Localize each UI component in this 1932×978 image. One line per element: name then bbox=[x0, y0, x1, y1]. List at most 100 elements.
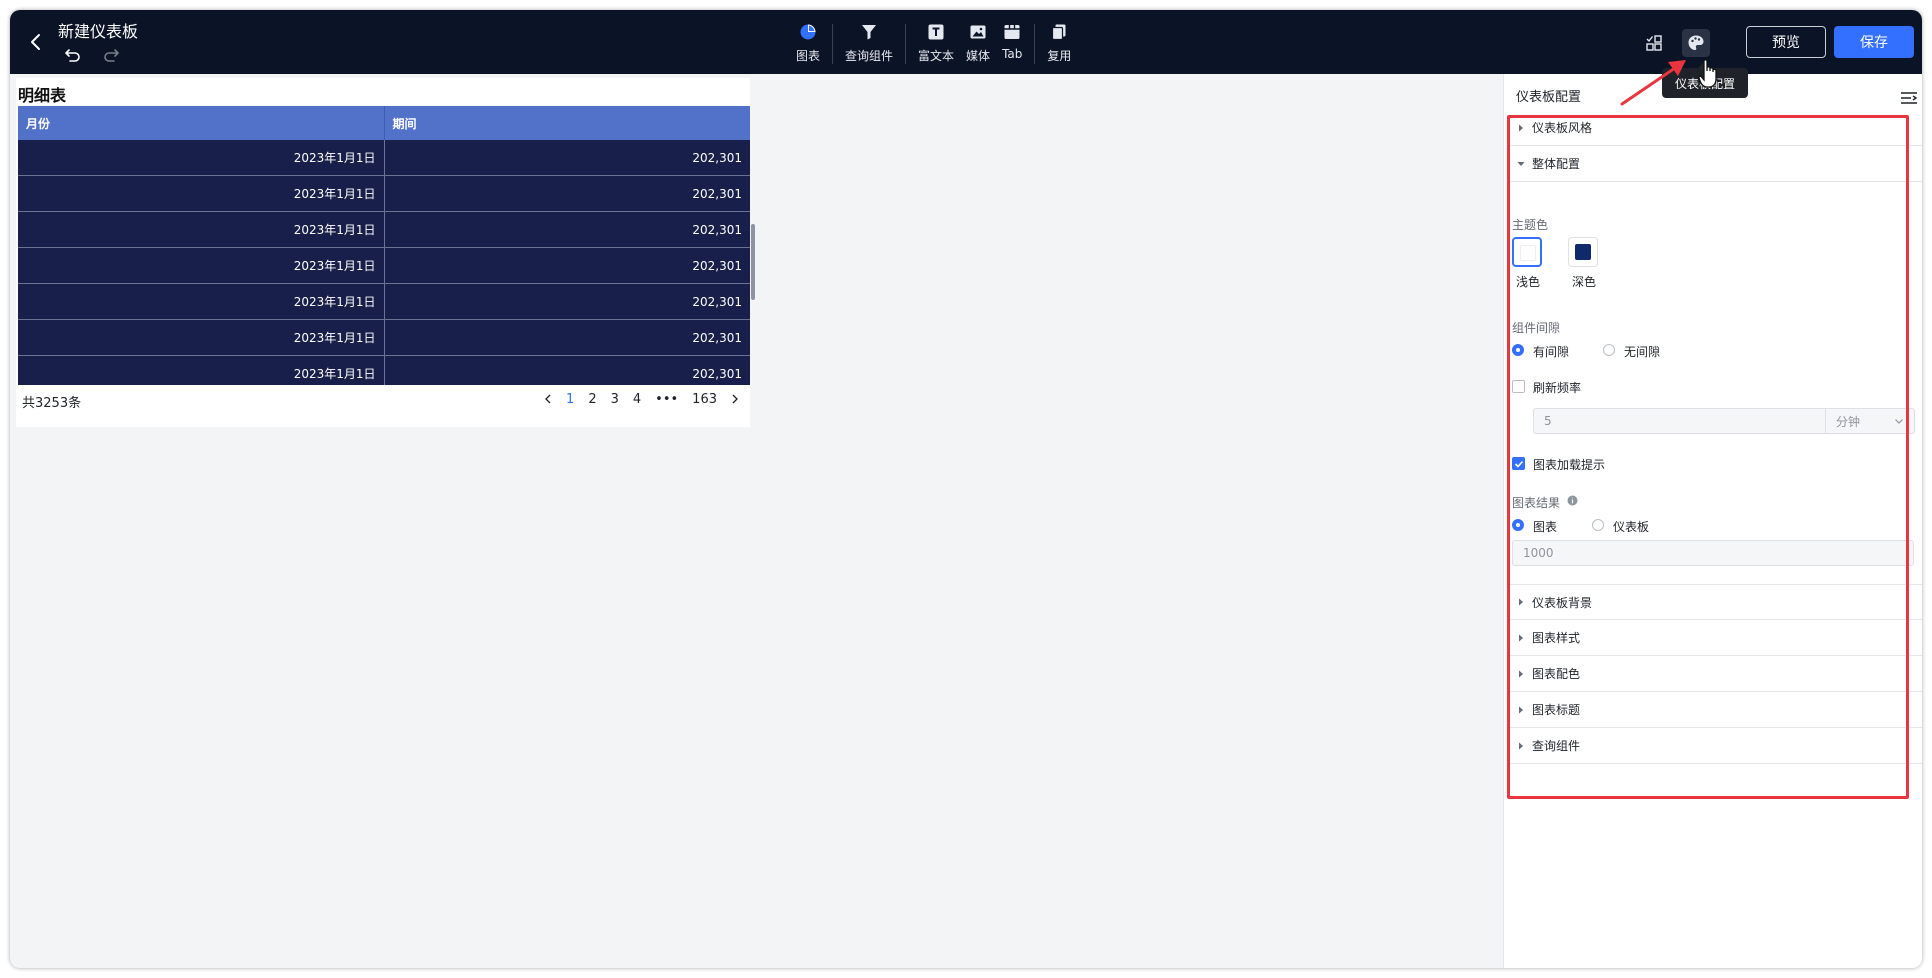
pie-chart-icon bbox=[800, 24, 816, 40]
refresh-label: 刷新频率 bbox=[1533, 381, 1582, 395]
section-chart-title[interactable]: 图表标题 bbox=[1510, 692, 1922, 728]
radio-with-gap[interactable] bbox=[1512, 344, 1524, 356]
undo-icon[interactable] bbox=[64, 46, 82, 64]
tool-chart[interactable]: 图表 bbox=[790, 20, 826, 66]
prev-page-icon[interactable] bbox=[541, 392, 555, 406]
cell-month: 2023年1月1日 bbox=[18, 176, 385, 211]
cell-month: 2023年1月1日 bbox=[18, 284, 385, 319]
tool-tab[interactable]: Tab bbox=[996, 20, 1028, 66]
filter-icon bbox=[862, 25, 877, 40]
section-label: 图表配色 bbox=[1532, 667, 1581, 681]
tool-richtext[interactable]: 富文本 bbox=[912, 20, 960, 66]
section-label: 仪表板背景 bbox=[1532, 595, 1593, 610]
caret-right-icon bbox=[1519, 124, 1523, 131]
loading-hint-label: 图表加载提示 bbox=[1533, 458, 1606, 472]
section-chart-color[interactable]: 图表配色 bbox=[1510, 656, 1922, 692]
theme-light-swatch[interactable] bbox=[1512, 237, 1542, 267]
section-dashboard-background[interactable]: 仪表板背景 bbox=[1510, 584, 1922, 620]
section-overall-config[interactable]: 整体配置 bbox=[1510, 146, 1922, 182]
tab-icon bbox=[1004, 25, 1020, 39]
table-scrollbar[interactable] bbox=[751, 224, 755, 300]
next-page-icon[interactable] bbox=[728, 392, 742, 406]
column-header-period[interactable]: 期间 bbox=[385, 106, 751, 140]
page-number[interactable]: 3 bbox=[604, 392, 626, 407]
info-icon[interactable] bbox=[1567, 495, 1578, 506]
result-limit-value: 1000 bbox=[1523, 546, 1554, 560]
table-header: 月份 期间 bbox=[18, 106, 750, 140]
cell-period: 202,301 bbox=[692, 366, 742, 381]
page-ellipsis[interactable]: ••• bbox=[648, 392, 685, 407]
cell-month: 2023年1月1日 bbox=[18, 320, 385, 355]
column-header-month[interactable]: 月份 bbox=[18, 106, 385, 140]
cell-period: 202,301 bbox=[692, 258, 742, 273]
spacing-label: 组件间隙 bbox=[1512, 321, 1561, 335]
result-limit-input[interactable]: 1000 bbox=[1512, 540, 1914, 566]
dashboard-title[interactable]: 新建仪表板 bbox=[58, 18, 138, 42]
caret-right-icon bbox=[1519, 742, 1523, 749]
theme-dark-swatch[interactable] bbox=[1568, 237, 1598, 267]
cell-period: 202,301 bbox=[692, 222, 742, 237]
back-arrow-icon[interactable] bbox=[24, 30, 48, 54]
panel-title: 仪表板配置 bbox=[1516, 90, 1582, 105]
table-row[interactable]: 2023年1月1日 202,301 bbox=[18, 140, 750, 176]
section-label: 图表标题 bbox=[1532, 703, 1581, 717]
tool-query[interactable]: 查询组件 bbox=[839, 20, 899, 66]
page-number[interactable]: 2 bbox=[581, 392, 603, 407]
section-label: 查询组件 bbox=[1532, 739, 1581, 753]
light-color-chip bbox=[1520, 245, 1536, 261]
table-row[interactable]: 2023年1月1日 202,301 bbox=[18, 320, 750, 356]
caret-right-icon bbox=[1519, 634, 1523, 641]
refresh-unit-select[interactable]: 分钟 bbox=[1825, 408, 1915, 434]
table-row[interactable]: 2023年1月1日 202,301 bbox=[18, 248, 750, 284]
cell-period: 202,301 bbox=[692, 186, 742, 201]
table-row[interactable]: 2023年1月1日 202,301 bbox=[18, 176, 750, 212]
page-number[interactable]: 1 bbox=[559, 392, 581, 407]
section-query-component[interactable]: 查询组件 bbox=[1510, 728, 1922, 764]
caret-right-icon bbox=[1519, 706, 1523, 713]
cell-period: 202,301 bbox=[692, 330, 742, 345]
caret-right-icon bbox=[1519, 598, 1523, 606]
radio-result-dashboard[interactable] bbox=[1592, 519, 1604, 531]
copy-icon bbox=[1052, 24, 1066, 41]
cell-period: 202,301 bbox=[692, 294, 742, 309]
layout-grid-icon bbox=[1646, 35, 1662, 51]
caret-right-icon bbox=[1519, 670, 1523, 677]
result-dashboard-label: 仪表板 bbox=[1613, 520, 1650, 534]
widget-title: 明细表 bbox=[18, 86, 67, 105]
image-icon bbox=[970, 25, 986, 39]
refresh-checkbox[interactable] bbox=[1512, 380, 1525, 393]
table-row[interactable]: 2023年1月1日 202,301 bbox=[18, 284, 750, 320]
theme-dark-label: 深色 bbox=[1572, 275, 1597, 289]
table-row[interactable]: 2023年1月1日 202,301 bbox=[18, 356, 750, 385]
table-row[interactable]: 2023年1月1日 202,301 bbox=[18, 212, 750, 248]
radio-result-chart[interactable] bbox=[1512, 519, 1524, 531]
dashboard-config-button[interactable] bbox=[1682, 29, 1710, 57]
page-number[interactable]: 4 bbox=[626, 392, 648, 407]
redo-icon[interactable] bbox=[102, 46, 120, 64]
save-button[interactable]: 保存 bbox=[1834, 26, 1914, 58]
page-number[interactable]: 163 bbox=[685, 392, 724, 407]
toolbar-divider bbox=[832, 24, 834, 64]
cell-month: 2023年1月1日 bbox=[18, 212, 385, 247]
section-chart-style[interactable]: 图表样式 bbox=[1510, 620, 1922, 656]
toolbar-divider bbox=[1034, 24, 1036, 64]
chevron-down-icon bbox=[1895, 419, 1903, 424]
detail-table-widget[interactable]: 明细表 月份 期间 2023年1月1日 202,301 2023年1月1日 202,3… bbox=[16, 78, 755, 427]
layout-grid-button[interactable] bbox=[1640, 29, 1668, 57]
cell-month: 2023年1月1日 bbox=[18, 140, 385, 175]
tool-reuse[interactable]: 复用 bbox=[1041, 20, 1077, 66]
app-window: 新建仪表板 图表 查询组件 富文本 媒体 Tab 复用 预览 保存 明细表 月份… bbox=[10, 10, 1922, 968]
result-chart-label: 图表 bbox=[1533, 520, 1558, 534]
collapse-panel-icon[interactable] bbox=[1900, 90, 1918, 106]
no-gap-label: 无间隙 bbox=[1624, 345, 1661, 359]
preview-button[interactable]: 预览 bbox=[1746, 26, 1826, 58]
tool-media[interactable]: 媒体 bbox=[960, 20, 996, 66]
tool-chart-label: 图表 bbox=[796, 49, 821, 63]
section-dashboard-style[interactable]: 仪表板风格 bbox=[1510, 110, 1922, 146]
radio-no-gap[interactable] bbox=[1603, 344, 1615, 356]
theme-color-label: 主题色 bbox=[1512, 218, 1549, 232]
theme-light-label: 浅色 bbox=[1516, 275, 1541, 289]
cell-period: 202,301 bbox=[692, 150, 742, 165]
section-label: 整体配置 bbox=[1532, 157, 1581, 171]
loading-hint-checkbox[interactable] bbox=[1512, 457, 1525, 470]
